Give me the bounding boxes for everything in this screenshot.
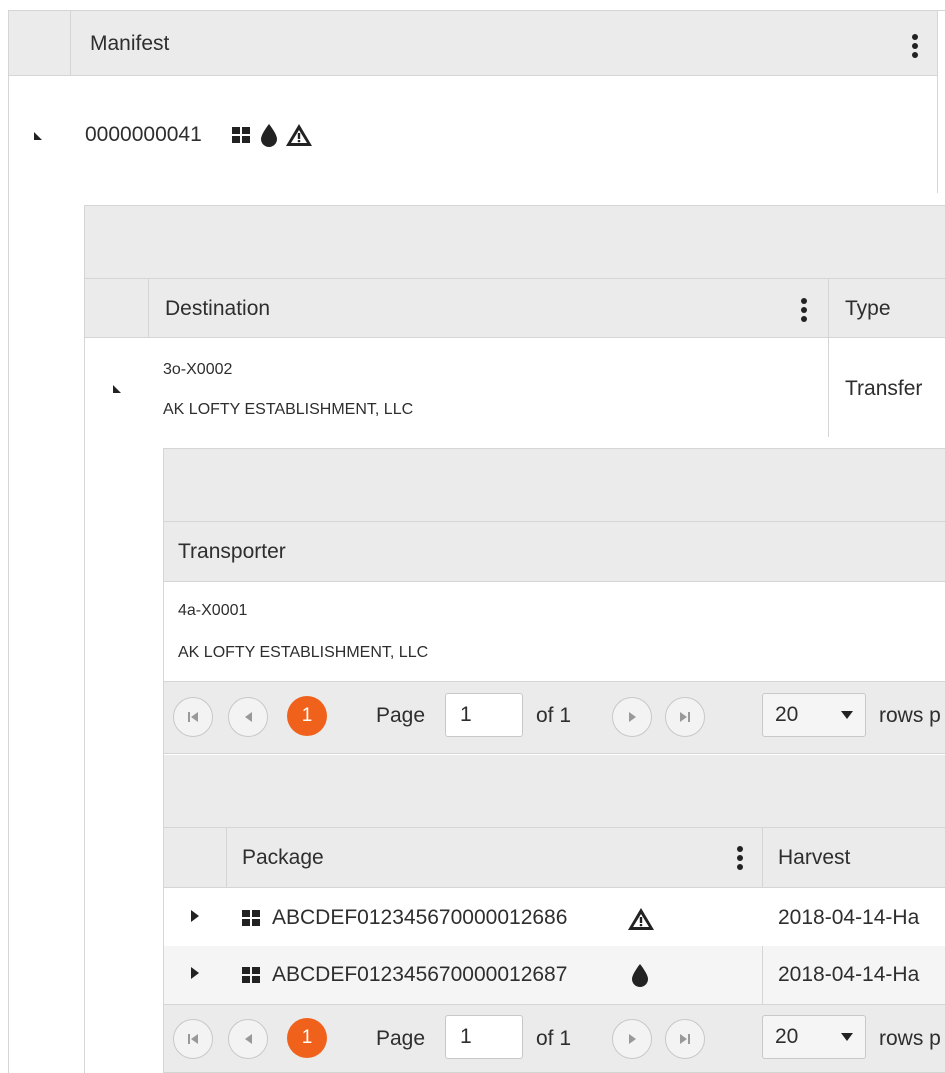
destination-column-menu-icon[interactable] [801,298,807,325]
prev-page-button[interactable] [228,1019,268,1059]
page-label: Page [376,704,426,727]
chevron-down-icon [841,711,853,719]
current-page-number[interactable]: 1 [287,696,327,736]
next-page-icon [628,712,636,722]
grid-icon [232,127,250,143]
package-header-divider-left [226,828,227,887]
page-input[interactable]: 1 [445,693,523,737]
package-toolbar [164,755,945,828]
prev-page-button[interactable] [228,697,268,737]
package-id: ABCDEF012345670000012687 [272,963,568,986]
package-id: ABCDEF012345670000012686 [272,906,568,929]
destination-header-divider-right [828,279,829,437]
first-page-button[interactable] [173,1019,213,1059]
drop-icon [632,964,648,987]
destination-column-header[interactable]: Destination [165,298,270,319]
destination-header-divider-left [148,279,149,337]
transporter-column-header[interactable]: Transporter [178,541,286,562]
next-page-button[interactable] [612,697,652,737]
manifest-header-divider [70,11,71,75]
row-expand-icon[interactable] [191,967,199,979]
first-page-icon [188,1034,198,1044]
destination-name: AK LOFTY ESTABLISHMENT, LLC [163,401,414,418]
last-page-icon [680,712,690,722]
page-input[interactable]: 1 [445,1015,523,1059]
harvest-column-header[interactable]: Harvest [778,847,850,868]
transporter-code: 4a-X0001 [178,602,248,619]
rows-per-page-label: rows p [879,1027,941,1050]
manifest-row-collapse-icon[interactable] [34,132,42,140]
current-page-number[interactable]: 1 [287,1018,327,1058]
package-row-divider [762,946,763,1004]
type-column-header[interactable]: Type [845,298,891,319]
last-page-button[interactable] [665,697,705,737]
last-page-button[interactable] [665,1019,705,1059]
rows-per-page-value: 20 [775,703,799,726]
transporter-toolbar [164,449,945,522]
destination-row-collapse-icon[interactable] [113,385,121,393]
page-of-label: of 1 [536,1027,572,1050]
chevron-down-icon [841,1033,853,1041]
package-column-header[interactable]: Package [242,847,324,868]
transporter-name: AK LOFTY ESTABLISHMENT, LLC [178,644,429,661]
first-page-button[interactable] [173,697,213,737]
warning-icon [286,124,312,146]
prev-page-icon [244,712,252,722]
manifest-id: 0000000041 [85,123,202,146]
prev-page-icon [244,1034,252,1044]
destination-code: 3o-X0002 [163,361,233,378]
next-page-icon [628,1034,636,1044]
first-page-icon [188,712,198,722]
rows-per-page-select[interactable]: 20 [762,693,866,737]
manifest-right-border [937,11,938,193]
rows-per-page-value: 20 [775,1025,799,1048]
manifest-column-header[interactable]: Manifest [90,33,169,54]
package-column-menu-icon[interactable] [737,846,743,873]
grid-icon [242,967,260,983]
warning-icon [628,908,654,930]
destination-type: Transfer [845,377,923,400]
row-expand-icon[interactable] [191,910,199,922]
grid-icon [242,910,260,926]
harvest-value: 2018-04-14-Ha [778,906,920,929]
harvest-value: 2018-04-14-Ha [778,963,920,986]
manifest-column-menu-icon[interactable] [912,34,918,61]
last-page-icon [680,1034,690,1044]
grid-left-border [8,10,9,1073]
destination-toolbar [85,206,945,279]
rows-per-page-label: rows p [879,704,941,727]
next-page-button[interactable] [612,1019,652,1059]
drop-icon [261,124,277,147]
page-of-label: of 1 [536,704,572,727]
rows-per-page-select[interactable]: 20 [762,1015,866,1059]
page-label: Page [376,1027,426,1050]
